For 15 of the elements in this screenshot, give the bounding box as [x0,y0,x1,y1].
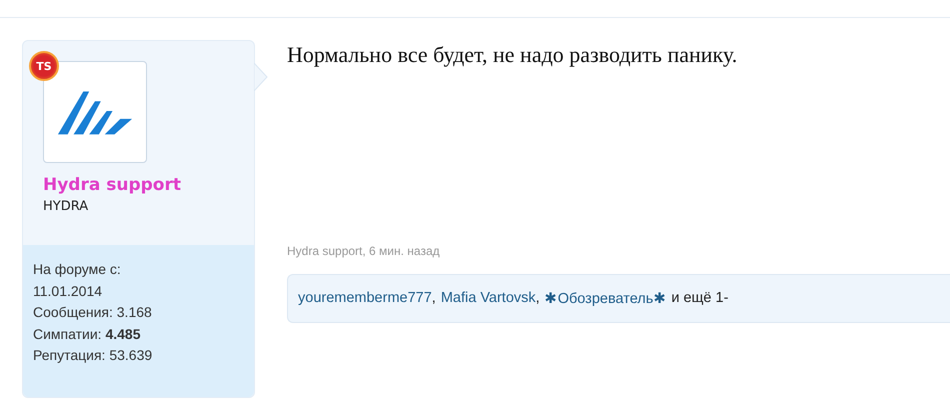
username-link[interactable]: Hydra support [43,175,254,195]
likes-text: , [536,290,540,307]
post-meta: Hydra support, 6 мин. назад [287,244,441,258]
user-stat: Симпатии: 4.485 [33,324,142,344]
user-title: HYDRA [43,199,90,214]
user-link[interactable]: yourememberme777 [298,290,432,307]
likes-text: и ещё 1- [671,290,728,307]
user-stat: Репутация: 53.639 [33,346,154,365]
user-stat: Сообщения: 3.168 [33,303,153,322]
topic-starter-badge: TS [29,51,59,81]
likes-text: , [432,290,436,307]
message-text: Нормально все будет, не надо разводить панику. [287,41,738,69]
user-link[interactable]: ✱Обозреватель✱ [544,290,666,307]
user-link[interactable]: Mafia Vartovsk [440,290,536,307]
user-stat: На форуме с: 11.01.2014 [33,260,122,300]
